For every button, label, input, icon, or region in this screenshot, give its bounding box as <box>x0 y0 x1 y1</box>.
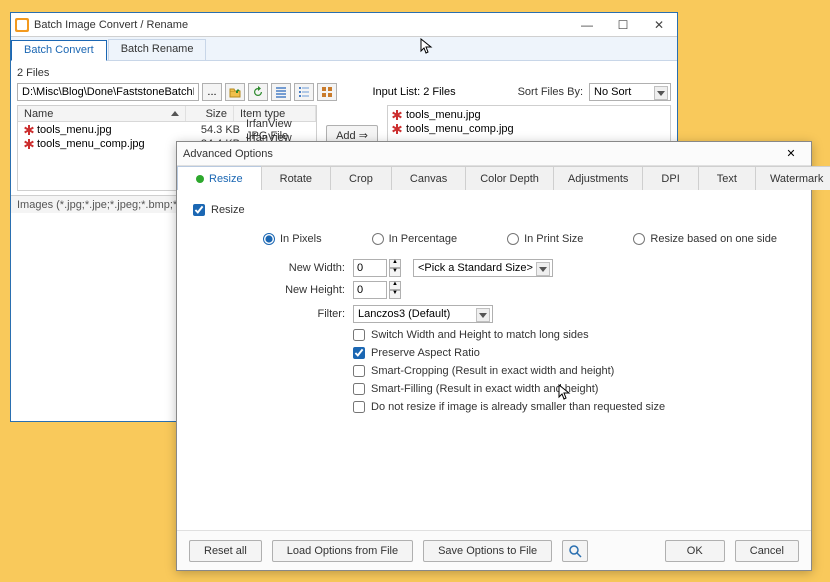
image-icon <box>24 139 34 149</box>
main-tab-strip: Batch Convert Batch Rename <box>11 37 677 61</box>
standard-size-select[interactable]: <Pick a Standard Size> <box>413 259 553 277</box>
filter-label: Filter: <box>193 308 353 320</box>
resize-mode-radios: In Pixels In Percentage In Print Size Re… <box>263 233 795 245</box>
chevron-down-icon <box>536 262 550 276</box>
radio-in-pixels[interactable]: In Pixels <box>263 233 322 245</box>
radio-in-print-size[interactable]: In Print Size <box>507 233 583 245</box>
thumbnails-icon <box>321 86 333 98</box>
ok-button[interactable]: OK <box>665 540 725 562</box>
list-item[interactable]: tools_menu_comp.jpg <box>392 122 666 136</box>
list-icon <box>275 86 287 98</box>
maximize-button[interactable]: ☐ <box>605 13 641 36</box>
resize-checkbox[interactable]: Resize <box>193 204 245 216</box>
new-height-input[interactable] <box>353 281 387 299</box>
details-icon <box>298 86 310 98</box>
tab-watermark[interactable]: Watermark <box>755 166 830 190</box>
tab-batch-convert[interactable]: Batch Convert <box>11 40 107 61</box>
path-row: ... Input List: 2 Files Sort Files By: <box>17 83 671 101</box>
no-enlarge-checkbox[interactable]: Do not resize if image is already smalle… <box>353 401 795 413</box>
view-details-button[interactable] <box>294 83 314 101</box>
view-list-button[interactable] <box>271 83 291 101</box>
new-width-input[interactable] <box>353 259 387 277</box>
tab-resize[interactable]: Resize <box>177 166 262 190</box>
load-options-button[interactable]: Load Options from File <box>272 540 413 562</box>
width-spinner[interactable]: ▲▼ <box>389 259 401 277</box>
view-thumbnails-button[interactable] <box>317 83 337 101</box>
height-spinner[interactable]: ▲▼ <box>389 281 401 299</box>
dialog-title: Advanced Options <box>183 148 777 160</box>
folder-path-input[interactable] <box>17 83 199 101</box>
window-title: Batch Image Convert / Rename <box>34 19 569 31</box>
dialog-body: Resize In Pixels In Percentage In Print … <box>177 190 811 530</box>
tab-canvas[interactable]: Canvas <box>391 166 466 190</box>
preserve-aspect-checkbox[interactable]: Preserve Aspect Ratio <box>353 347 795 359</box>
sort-select[interactable]: No Sort <box>589 83 671 101</box>
sort-value: No Sort <box>594 86 631 98</box>
image-icon <box>392 124 402 134</box>
new-width-label: New Width: <box>193 262 353 274</box>
new-height-label: New Height: <box>193 284 353 296</box>
refresh-icon <box>252 86 264 98</box>
ellipsis-icon: ... <box>207 86 216 98</box>
window-titlebar: Batch Image Convert / Rename — ☐ ✕ <box>11 13 677 37</box>
dialog-footer: Reset all Load Options from File Save Op… <box>177 530 811 570</box>
reset-all-button[interactable]: Reset all <box>189 540 262 562</box>
col-name[interactable]: Name <box>18 106 186 121</box>
tab-crop[interactable]: Crop <box>330 166 392 190</box>
filter-select[interactable]: Lanczos3 (Default) <box>353 305 493 323</box>
tab-text[interactable]: Text <box>698 166 756 190</box>
smart-filling-checkbox[interactable]: Smart-Filling (Result in exact width and… <box>353 383 795 395</box>
list-item[interactable]: tools_menu.jpg <box>392 108 666 122</box>
tab-batch-rename[interactable]: Batch Rename <box>108 39 207 60</box>
chevron-down-icon <box>654 86 668 100</box>
save-options-button[interactable]: Save Options to File <box>423 540 552 562</box>
smart-cropping-checkbox[interactable]: Smart-Cropping (Result in exact width an… <box>353 365 795 377</box>
switch-wh-checkbox[interactable]: Switch Width and Height to match long si… <box>353 329 795 341</box>
dialog-close-button[interactable]: ✕ <box>777 142 805 165</box>
radio-one-side[interactable]: Resize based on one side <box>633 233 777 245</box>
tab-color-depth[interactable]: Color Depth <box>465 166 554 190</box>
col-size[interactable]: Size <box>186 106 234 121</box>
sort-by-label: Sort Files By: <box>518 86 583 98</box>
browse-button[interactable]: ... <box>202 83 222 101</box>
preview-button[interactable] <box>562 540 588 562</box>
refresh-button[interactable] <box>248 83 268 101</box>
tab-rotate[interactable]: Rotate <box>261 166 331 190</box>
dialog-tab-strip: Resize Rotate Crop Canvas Color Depth Ad… <box>177 166 811 190</box>
active-bullet-icon <box>196 175 204 183</box>
image-icon <box>24 125 34 135</box>
up-folder-icon <box>229 86 241 98</box>
image-icon <box>392 110 402 120</box>
tab-dpi[interactable]: DPI <box>642 166 698 190</box>
radio-in-percentage[interactable]: In Percentage <box>372 233 458 245</box>
input-list-label: Input List: 2 Files <box>372 86 455 98</box>
tab-adjustments[interactable]: Adjustments <box>553 166 644 190</box>
magnifier-icon <box>568 544 582 558</box>
cancel-button[interactable]: Cancel <box>735 540 799 562</box>
advanced-options-dialog: Advanced Options ✕ Resize Rotate Crop Ca… <box>176 141 812 571</box>
up-folder-button[interactable] <box>225 83 245 101</box>
close-button[interactable]: ✕ <box>641 13 677 36</box>
minimize-button[interactable]: — <box>569 13 605 36</box>
dialog-titlebar: Advanced Options ✕ <box>177 142 811 166</box>
file-count-label: 2 Files <box>17 65 671 83</box>
chevron-down-icon <box>476 308 490 322</box>
app-icon <box>15 18 29 32</box>
